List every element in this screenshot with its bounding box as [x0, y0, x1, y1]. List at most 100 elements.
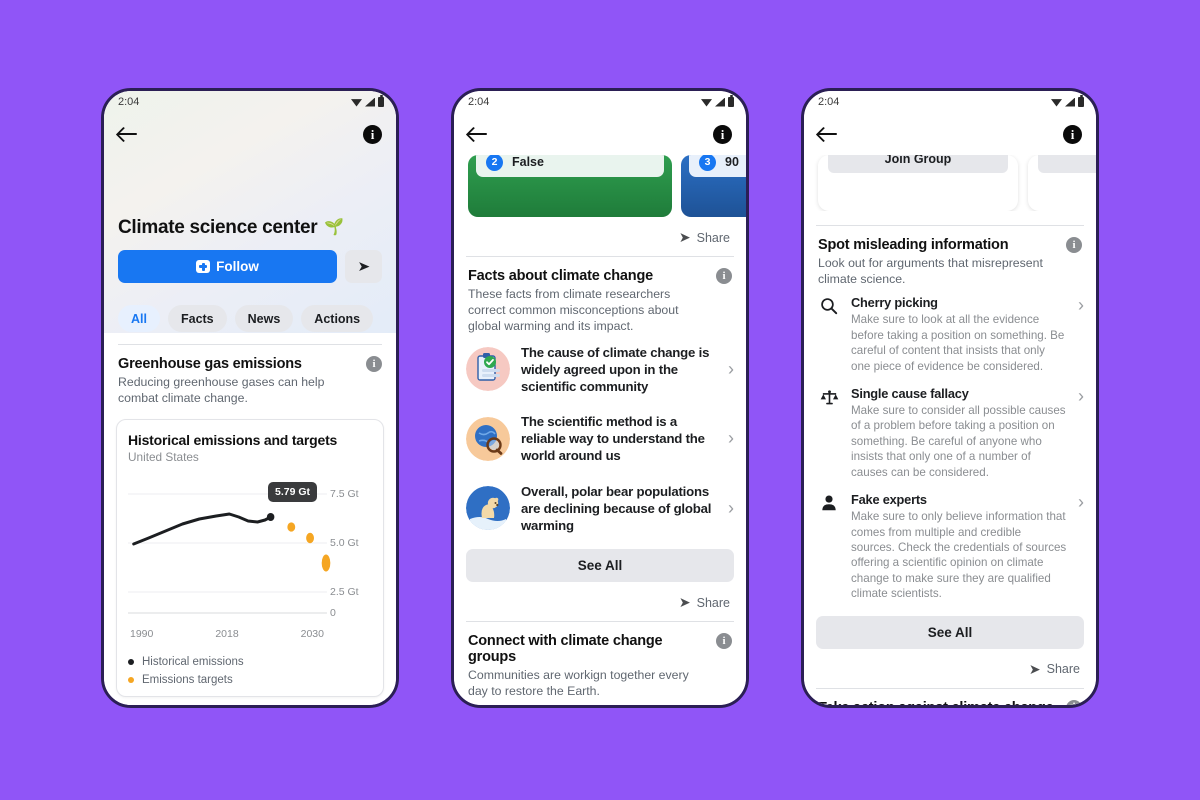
polar-bear-icon — [466, 486, 510, 531]
join-group-button[interactable]: Join Group — [828, 155, 1008, 173]
share-label: Share — [1046, 662, 1080, 677]
info-icon[interactable]: i — [1066, 699, 1082, 705]
status-icons — [351, 95, 384, 107]
info-icon[interactable]: i — [713, 124, 732, 144]
share-arrow-icon: ➤ — [678, 594, 691, 611]
chart-tooltip: 5.79 Gt — [268, 482, 318, 503]
scales-icon — [818, 386, 840, 480]
mockup-stage: 2:04 i Climate science center 🌱 Follow ➤… — [0, 0, 1200, 800]
follow-button[interactable]: Follow — [118, 250, 337, 283]
page-title: Climate science center 🌱 — [104, 155, 396, 239]
x-tick-2018: 2018 — [215, 628, 239, 641]
misleading-section-subtitle: Look out for arguments that misrepresent… — [818, 256, 1043, 287]
share-button[interactable]: ➤ — [345, 250, 382, 283]
add-follow-icon — [196, 260, 211, 273]
fact-item[interactable]: Overall, polar bear populations are decl… — [454, 474, 746, 543]
legend-label-historical: Historical emissions — [142, 656, 244, 669]
battery-icon — [728, 95, 734, 107]
fact-text: The scientific method is a reliable way … — [521, 414, 705, 464]
group-card[interactable]: Join Group — [818, 155, 1018, 211]
chart-card: Historical emissions and targets United … — [116, 419, 384, 698]
info-icon[interactable]: i — [716, 633, 732, 650]
y-tick-2-5: 2.5 Gt — [330, 586, 359, 599]
misleading-title: Cherry picking — [851, 295, 938, 311]
status-bar: 2:04 — [454, 91, 746, 113]
status-time: 2:04 — [118, 96, 140, 108]
tab-actions[interactable]: Actions — [301, 305, 374, 332]
emissions-section-header: Greenhouse gas emissions i — [104, 345, 396, 372]
info-icon[interactable]: i — [363, 124, 382, 144]
share-row[interactable]: ➤ Share — [454, 582, 746, 621]
tab-all-label: All — [131, 311, 147, 326]
chart-legend: Historical emissions Emissions targets — [128, 640, 372, 686]
group-card[interactable] — [1028, 155, 1096, 211]
fact-item[interactable]: The scientific method is a reliable way … — [454, 404, 746, 473]
group-cards-carousel[interactable]: Join Group — [804, 155, 1096, 211]
nav-bar: i — [804, 113, 1096, 155]
legend-label-targets: Emissions targets — [142, 674, 233, 687]
tab-facts[interactable]: Facts — [167, 305, 227, 332]
chevron-right-icon: › — [728, 358, 734, 379]
quiz-cards-carousel[interactable]: 2 False 3 90 — [454, 155, 746, 217]
chart-subtitle: United States — [128, 450, 199, 465]
see-all-button[interactable]: See All — [466, 549, 734, 583]
historical-last-point — [266, 513, 275, 522]
x-tick-2030: 2030 — [300, 628, 324, 641]
follow-button-label: Follow — [216, 259, 259, 274]
quiz-card-label: False — [512, 155, 544, 169]
info-icon[interactable]: i — [716, 268, 732, 284]
y-tick-7-5: 7.5 Gt — [330, 488, 359, 501]
person-icon — [818, 492, 840, 601]
misleading-item[interactable]: Cherry picking Make sure to look at all … — [804, 287, 1096, 378]
chart-x-axis: 1990 2018 2030 — [128, 626, 372, 640]
misleading-section-title: Spot misleading information — [818, 237, 1009, 253]
legend-item-targets: Emissions targets — [128, 668, 372, 686]
y-tick-0: 0 — [330, 607, 336, 620]
info-icon[interactable]: i — [366, 356, 382, 372]
share-row[interactable]: ➤ Share — [804, 649, 1096, 688]
chevron-right-icon: › — [1078, 386, 1084, 407]
groups-photo-carousel[interactable] — [454, 700, 746, 706]
info-icon[interactable]: i — [1063, 124, 1082, 144]
action-section-header: Take action against climate change i — [804, 689, 1096, 705]
quiz-card-next[interactable]: 3 90 — [681, 155, 746, 217]
quiz-badge: 3 — [699, 155, 716, 171]
misleading-item[interactable]: Fake experts Make sure to only believe i… — [804, 484, 1096, 605]
chevron-right-icon: › — [728, 428, 734, 449]
fact-item[interactable]: The cause of climate change is widely ag… — [454, 335, 746, 404]
action-section-title: Take action against climate change — [818, 700, 1054, 705]
tab-all[interactable]: All — [118, 305, 160, 332]
facts-section-header: Facts about climate change i — [454, 257, 746, 284]
chevron-right-icon: › — [1078, 492, 1084, 513]
misleading-desc: Make sure to only believe information th… — [851, 510, 1067, 601]
phone-1: 2:04 i Climate science center 🌱 Follow ➤… — [101, 88, 399, 708]
back-arrow-icon[interactable] — [468, 126, 488, 142]
tab-news[interactable]: News — [234, 305, 294, 332]
quiz-badge: 2 — [486, 155, 503, 171]
share-arrow-icon: ➤ — [357, 258, 370, 274]
emissions-chart: 5.79 Gt 7.5 Gt 5.0 Gt 2.5 Gt 0 — [128, 476, 372, 626]
chevron-right-icon: › — [728, 497, 734, 518]
historical-emissions-line — [132, 512, 273, 546]
phone-3-screen: 2:04 i Join Group Spot misleading inform… — [804, 91, 1096, 705]
info-icon[interactable]: i — [1066, 237, 1082, 253]
tab-pills: All Facts News Actions — [104, 283, 396, 332]
back-arrow-icon[interactable] — [818, 126, 838, 142]
groups-section-header: Connect with climate change groups i — [454, 622, 746, 665]
see-all-button[interactable]: See All — [816, 615, 1084, 649]
misleading-item[interactable]: Single cause fallacy Make sure to consid… — [804, 378, 1096, 484]
phone-1-screen: 2:04 i Climate science center 🌱 Follow ➤… — [104, 91, 396, 705]
quiz-card-inner: 2 False — [476, 155, 664, 177]
quiz-card-false[interactable]: 2 False — [468, 155, 672, 217]
globe-magnifier-icon — [466, 416, 510, 461]
share-arrow-icon: ➤ — [1028, 660, 1041, 677]
tab-actions-label: Actions — [314, 311, 361, 326]
join-group-button[interactable] — [1038, 155, 1096, 173]
share-row[interactable]: ➤ Share — [454, 217, 746, 256]
battery-icon — [378, 95, 384, 107]
back-arrow-icon[interactable] — [118, 126, 138, 142]
nav-bar: i — [104, 113, 396, 155]
nav-bar: i — [454, 113, 746, 155]
share-label: Share — [696, 230, 730, 245]
misleading-body: Single cause fallacy Make sure to consid… — [851, 386, 1067, 480]
